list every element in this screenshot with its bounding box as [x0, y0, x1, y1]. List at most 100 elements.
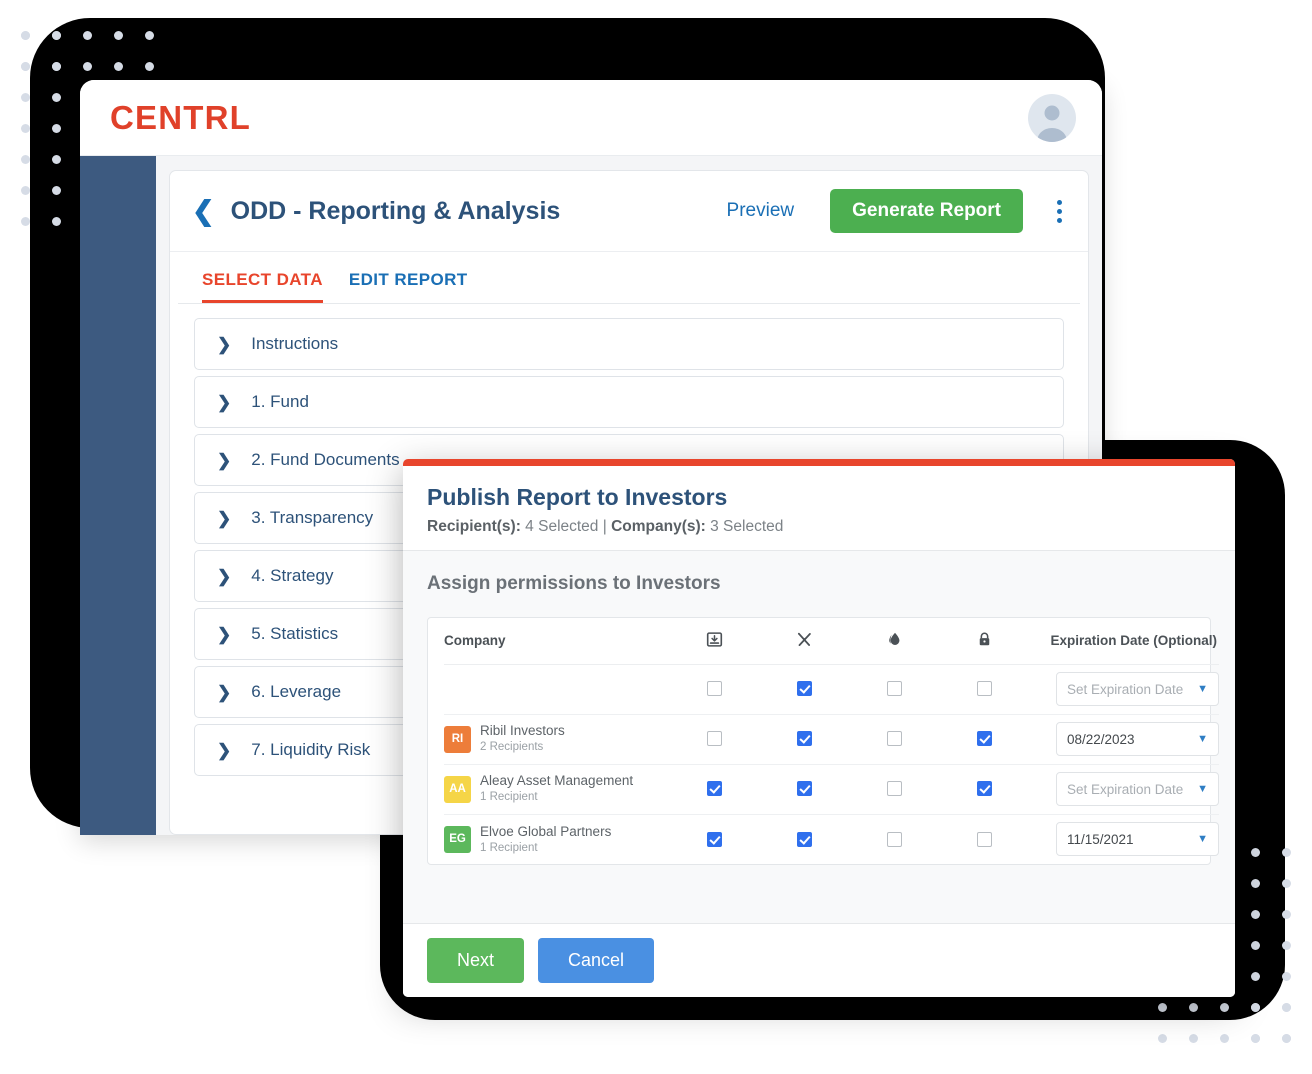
table-row: RI Ribil Investors 2 Recipients	[444, 714, 1219, 764]
select-all-annotate-cell	[759, 664, 849, 714]
modal-accent-bar	[403, 459, 1235, 466]
next-button[interactable]: Next	[427, 938, 524, 983]
select-all-download-cell	[669, 664, 759, 714]
checkbox-annotate[interactable]	[797, 731, 812, 746]
checkbox-watermark-all[interactable]	[887, 681, 902, 696]
checkbox-download[interactable]	[707, 731, 722, 746]
company-recipient-count: 2 Recipients	[480, 740, 565, 754]
page-title: ODD - Reporting & Analysis	[231, 197, 713, 226]
expiration-date-value: 08/22/2023	[1067, 732, 1135, 747]
select-all-company-cell	[444, 664, 669, 714]
chevron-down-icon: ▼	[1197, 783, 1208, 795]
download-cell	[669, 814, 759, 864]
chevron-right-icon: ❯	[217, 684, 231, 701]
companies-value: 3 Selected	[706, 518, 784, 535]
user-avatar-icon[interactable]	[1028, 94, 1076, 142]
company-cell: AA Aleay Asset Management 1 Recipient	[444, 764, 669, 814]
company-initials-badge: AA	[444, 776, 471, 803]
assign-permissions-heading: Assign permissions to Investors	[427, 573, 1211, 595]
panel-tabs: SELECT DATA EDIT REPORT	[178, 252, 1080, 304]
section-row-fund[interactable]: ❯ 1. Fund	[194, 376, 1064, 428]
select-all-expiration-cell: Set Expiration Date ▼	[1029, 664, 1219, 714]
section-label: 6. Leverage	[251, 682, 341, 702]
preview-link[interactable]: Preview	[727, 200, 795, 222]
watermark-cell	[849, 764, 939, 814]
cancel-button[interactable]: Cancel	[538, 938, 654, 983]
recipients-label: Recipient(s):	[427, 518, 521, 535]
download-cell	[669, 764, 759, 814]
chevron-down-icon: ▼	[1197, 733, 1208, 745]
table-row: EG Elvoe Global Partners 1 Recipient	[444, 814, 1219, 864]
chevron-right-icon: ❯	[217, 568, 231, 585]
checkbox-annotate-all[interactable]	[797, 681, 812, 696]
tab-edit-report[interactable]: EDIT REPORT	[349, 270, 468, 303]
chevron-right-icon: ❯	[217, 742, 231, 759]
watermark-cell	[849, 814, 939, 864]
tab-select-data[interactable]: SELECT DATA	[202, 270, 323, 303]
checkbox-download[interactable]	[707, 781, 722, 796]
modal-title: Publish Report to Investors	[427, 484, 1211, 511]
modal-body: Assign permissions to Investors Company	[403, 551, 1235, 923]
company-initials-badge: RI	[444, 726, 471, 753]
checkbox-lock[interactable]	[977, 781, 992, 796]
app-topbar: CENTRL	[80, 80, 1102, 156]
column-header-expiration-date: Expiration Date (Optional)	[1029, 618, 1219, 664]
screenshot-stage: CENTRL ❮ ODD - Reporting & Analysis Prev…	[0, 0, 1312, 1074]
company-name: Ribil Investors	[480, 723, 565, 740]
section-row-instructions[interactable]: ❯ Instructions	[194, 318, 1064, 370]
checkbox-watermark[interactable]	[887, 731, 902, 746]
left-sidebar	[80, 156, 156, 835]
column-header-download	[669, 618, 759, 664]
column-header-lock	[939, 618, 1029, 664]
download-cell	[669, 714, 759, 764]
chevron-right-icon: ❯	[217, 394, 231, 411]
checkbox-annotate[interactable]	[797, 781, 812, 796]
section-label: 5. Statistics	[251, 624, 338, 644]
expiration-date-select-all[interactable]: Set Expiration Date ▼	[1056, 672, 1219, 706]
expiration-cell: 08/22/2023 ▼	[1029, 714, 1219, 764]
section-label: 7. Liquidity Risk	[251, 740, 370, 760]
lock-icon	[976, 631, 993, 648]
column-header-company: Company	[444, 618, 669, 664]
select-all-watermark-cell	[849, 664, 939, 714]
more-vertical-icon[interactable]	[1053, 196, 1066, 227]
checkbox-lock[interactable]	[977, 731, 992, 746]
checkbox-annotate[interactable]	[797, 832, 812, 847]
chevron-right-icon: ❯	[217, 452, 231, 469]
chevron-left-icon[interactable]: ❮	[192, 198, 215, 225]
subtitle-separator: |	[603, 518, 611, 535]
chevron-right-icon: ❯	[217, 626, 231, 643]
expiration-date-select[interactable]: 08/22/2023 ▼	[1056, 722, 1219, 756]
company-name: Elvoe Global Partners	[480, 824, 611, 841]
modal-footer: Next Cancel	[403, 923, 1235, 997]
annotate-cell	[759, 814, 849, 864]
checkbox-watermark[interactable]	[887, 832, 902, 847]
table-row: AA Aleay Asset Management 1 Recipient	[444, 764, 1219, 814]
lock-cell	[939, 764, 1029, 814]
permissions-table: Company	[444, 618, 1219, 864]
expiration-date-select[interactable]: Set Expiration Date ▼	[1056, 772, 1219, 806]
decorative-dots-top-left-row	[21, 31, 154, 71]
checkbox-download[interactable]	[707, 832, 722, 847]
checkbox-watermark[interactable]	[887, 781, 902, 796]
section-label: 4. Strategy	[251, 566, 333, 586]
panel-header: ❮ ODD - Reporting & Analysis Preview Gen…	[170, 171, 1088, 252]
annotate-cell	[759, 714, 849, 764]
checkbox-lock-all[interactable]	[977, 681, 992, 696]
column-header-watermark	[849, 618, 939, 664]
expiration-date-value: 11/15/2021	[1067, 832, 1134, 847]
checkbox-download-all[interactable]	[707, 681, 722, 696]
section-label: 2. Fund Documents	[251, 450, 399, 470]
checkbox-lock[interactable]	[977, 832, 992, 847]
chevron-down-icon: ▼	[1197, 683, 1208, 695]
company-name: Aleay Asset Management	[480, 773, 633, 790]
modal-header: Publish Report to Investors Recipient(s)…	[403, 466, 1235, 551]
generate-report-button[interactable]: Generate Report	[830, 189, 1023, 233]
annotate-cell	[759, 764, 849, 814]
expiration-date-select[interactable]: 11/15/2021 ▼	[1056, 822, 1219, 856]
download-icon	[706, 631, 723, 648]
brand-logo[interactable]: CENTRL	[110, 99, 251, 137]
expiration-date-value: Set Expiration Date	[1067, 682, 1183, 697]
chevron-right-icon: ❯	[217, 510, 231, 527]
company-recipient-count: 1 Recipient	[480, 790, 633, 804]
